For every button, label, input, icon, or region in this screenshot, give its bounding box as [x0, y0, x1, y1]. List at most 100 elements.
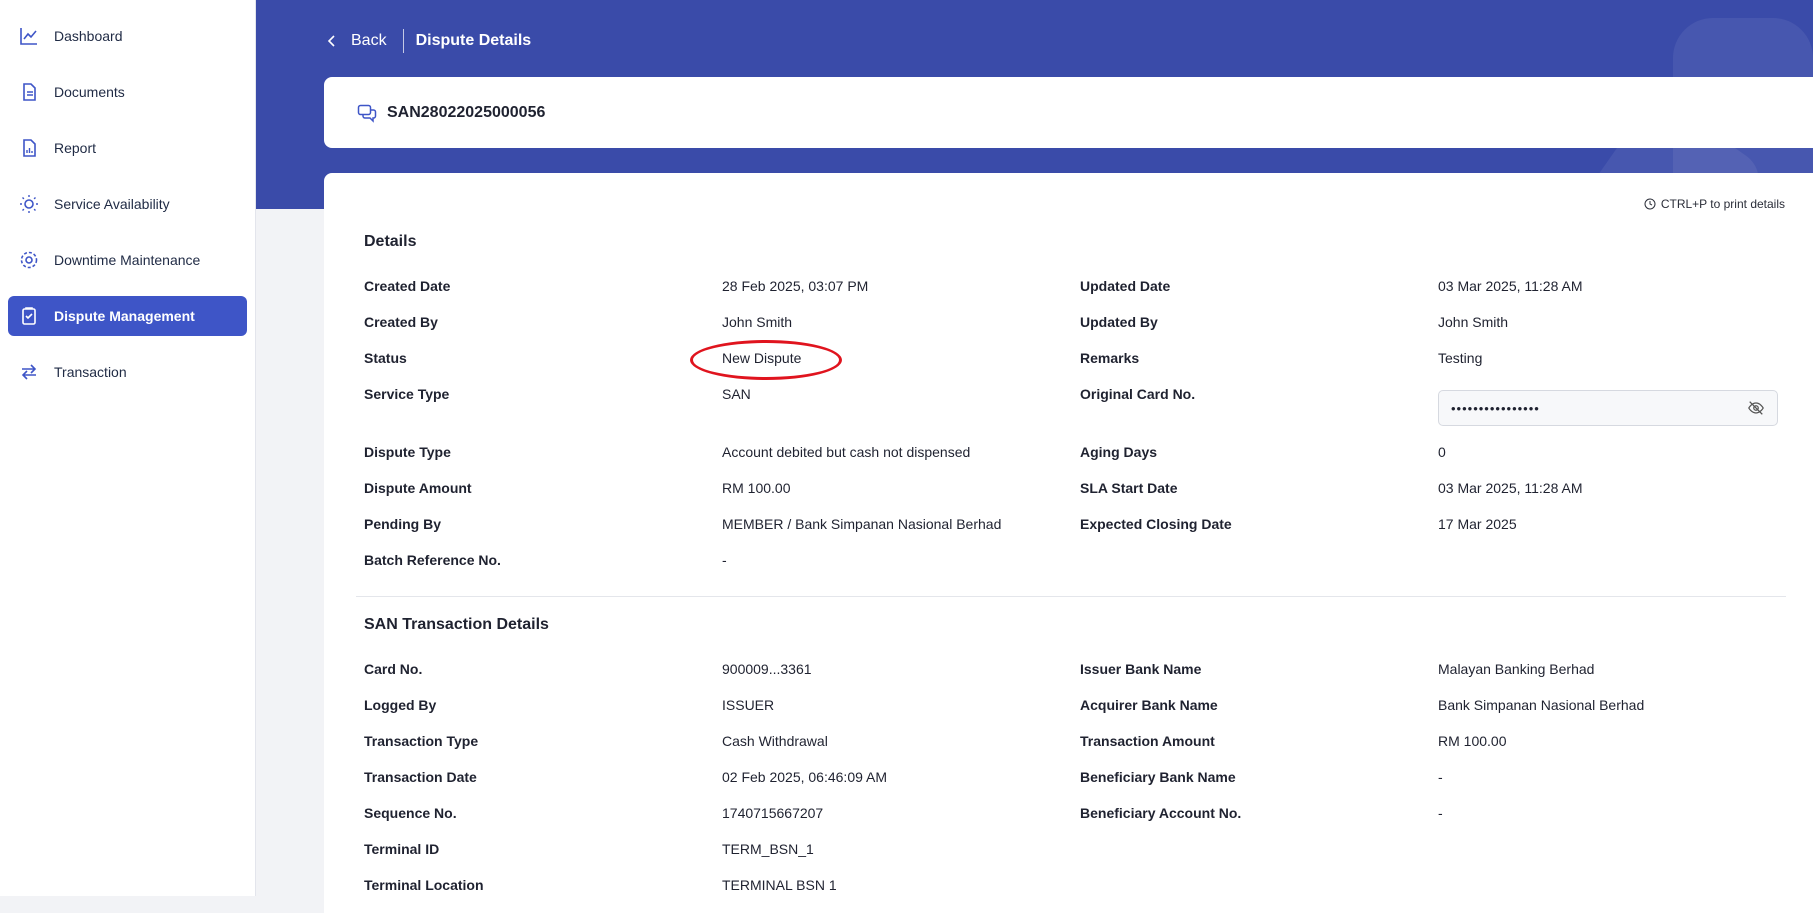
- chevron-left-icon: [327, 35, 335, 47]
- sidebar-item-service-availability[interactable]: Service Availability: [8, 184, 247, 224]
- sidebar-item-transaction[interactable]: Transaction: [8, 352, 247, 392]
- print-hint-text: CTRL+P to print details: [1660, 197, 1785, 211]
- field-value: 900009...3361: [722, 661, 812, 677]
- breadcrumb-divider: [402, 29, 404, 53]
- field-value: John Smith: [1438, 314, 1509, 330]
- back-button[interactable]: Back: [325, 32, 387, 50]
- details-card: CTRL+P to print details Details Created …: [324, 173, 1813, 913]
- section-divider: [356, 596, 1786, 597]
- transaction-row: Logged By ISSUER Acquirer Bank Name Bank…: [364, 697, 1794, 717]
- detail-row: Batch Reference No. -: [364, 552, 1794, 572]
- status-value: New Dispute: [722, 350, 802, 366]
- field-label: SLA Start Date: [1080, 480, 1178, 496]
- field-label: Original Card No.: [1080, 386, 1196, 402]
- field-value: 0: [1438, 444, 1446, 460]
- field-label: Updated By: [1080, 314, 1158, 330]
- clock-icon: [1644, 198, 1656, 210]
- transaction-row: Sequence No. 1740715667207 Beneficiary A…: [364, 805, 1794, 825]
- field-value: Malayan Banking Berhad: [1438, 661, 1595, 677]
- section-title-transaction: SAN Transaction Details: [364, 616, 549, 633]
- field-value: 28 Feb 2025, 03:07 PM: [722, 278, 869, 294]
- sidebar-item-label: Report: [54, 140, 97, 156]
- field-label: Card No.: [364, 661, 423, 677]
- sidebar-item-label: Transaction: [54, 364, 127, 380]
- field-label: Created Date: [364, 278, 451, 294]
- field-value: Testing: [1438, 350, 1483, 366]
- field-value: RM 100.00: [722, 480, 791, 496]
- sidebar-item-dashboard[interactable]: Dashboard: [8, 16, 247, 56]
- field-label: Service Type: [364, 386, 450, 402]
- field-label: Dispute Amount: [364, 480, 472, 496]
- field-value: -: [1438, 769, 1443, 785]
- sidebar-item-label: Dashboard: [54, 28, 123, 44]
- dispute-reference: SAN28022025000056: [387, 103, 546, 121]
- sidebar-item-dispute-management[interactable]: Dispute Management: [8, 296, 247, 336]
- field-value: Bank Simpanan Nasional Berhad: [1438, 697, 1645, 713]
- field-value: 1740715667207: [722, 805, 824, 821]
- detail-row: Created Date 28 Feb 2025, 03:07 PM Updat…: [364, 278, 1794, 298]
- field-label: Sequence No.: [364, 805, 457, 821]
- field-label: Created By: [364, 314, 438, 330]
- masked-card-number: ••••••••••••••••: [1451, 400, 1540, 416]
- field-label: Logged By: [364, 697, 437, 713]
- detail-row: Pending By MEMBER / Bank Simpanan Nasion…: [364, 516, 1794, 536]
- detail-row: Status New Dispute Remarks Testing: [364, 350, 1794, 370]
- transaction-row: Terminal Location TERMINAL BSN 1: [364, 877, 1794, 897]
- field-label: Expected Closing Date: [1080, 516, 1232, 532]
- document-icon: [18, 81, 40, 103]
- gear-icon: [18, 249, 40, 271]
- detail-row: Dispute Amount RM 100.00 SLA Start Date …: [364, 480, 1794, 500]
- sidebar-item-label: Documents: [54, 84, 125, 100]
- field-value: Cash Withdrawal: [722, 733, 828, 749]
- clipboard-icon: [18, 305, 40, 327]
- transaction-row: Terminal ID TERM_BSN_1: [364, 841, 1794, 861]
- field-label: Updated Date: [1080, 278, 1171, 294]
- transaction-row: Transaction Type Cash Withdrawal Transac…: [364, 733, 1794, 753]
- sidebar-item-downtime-maintenance[interactable]: Downtime Maintenance: [8, 240, 247, 280]
- field-value: ISSUER: [722, 697, 775, 713]
- sidebar-item-label: Downtime Maintenance: [54, 252, 201, 268]
- field-label: Terminal Location: [364, 877, 484, 893]
- field-value: -: [1438, 805, 1443, 821]
- field-value: -: [722, 552, 727, 568]
- field-label: Terminal ID: [364, 841, 440, 857]
- field-value: 03 Mar 2025, 11:28 AM: [1438, 278, 1583, 294]
- field-value: John Smith: [722, 314, 793, 330]
- field-value: TERMINAL BSN 1: [722, 877, 837, 893]
- print-hint: CTRL+P to print details: [1644, 197, 1785, 211]
- field-value: SAN: [722, 386, 751, 402]
- field-value: TERM_BSN_1: [722, 841, 814, 857]
- sidebar-item-label: Service Availability: [54, 196, 170, 212]
- lightbulb-icon: [18, 193, 40, 215]
- report-icon: [18, 137, 40, 159]
- field-label: Transaction Amount: [1080, 733, 1215, 749]
- breadcrumb: Back Dispute Details: [325, 28, 531, 54]
- field-label: Aging Days: [1080, 444, 1158, 460]
- eye-off-icon[interactable]: [1747, 399, 1765, 417]
- chat-bubbles-icon: [357, 104, 377, 123]
- field-value: 17 Mar 2025: [1438, 516, 1517, 532]
- field-label: Remarks: [1080, 350, 1140, 366]
- field-value: 02 Feb 2025, 06:46:09 AM: [722, 769, 888, 785]
- dispute-header-card: SAN28022025000056: [324, 77, 1813, 148]
- field-value: 03 Mar 2025, 11:28 AM: [1438, 480, 1583, 496]
- field-label: Transaction Type: [364, 733, 479, 749]
- sidebar-item-documents[interactable]: Documents: [8, 72, 247, 112]
- section-title-details: Details: [364, 233, 417, 250]
- field-label: Beneficiary Account No.: [1080, 805, 1242, 821]
- field-label: Issuer Bank Name: [1080, 661, 1202, 677]
- sidebar-item-label: Dispute Management: [54, 308, 195, 324]
- page-title: Dispute Details: [415, 32, 532, 49]
- sidebar-item-report[interactable]: Report: [8, 128, 247, 168]
- field-label: Status: [364, 350, 407, 366]
- dashboard-chart-icon: [18, 25, 40, 47]
- field-label: Dispute Type: [364, 444, 451, 460]
- sidebar: Dashboard Documents Report Service Avail…: [0, 0, 256, 896]
- original-card-field[interactable]: ••••••••••••••••: [1438, 390, 1778, 426]
- transaction-row: Transaction Date 02 Feb 2025, 06:46:09 A…: [364, 769, 1794, 789]
- back-label: Back: [351, 32, 387, 49]
- transfer-arrows-icon: [18, 361, 40, 383]
- detail-row: Dispute Type Account debited but cash no…: [364, 444, 1794, 464]
- field-value: RM 100.00: [1438, 733, 1507, 749]
- field-label: Transaction Date: [364, 769, 477, 785]
